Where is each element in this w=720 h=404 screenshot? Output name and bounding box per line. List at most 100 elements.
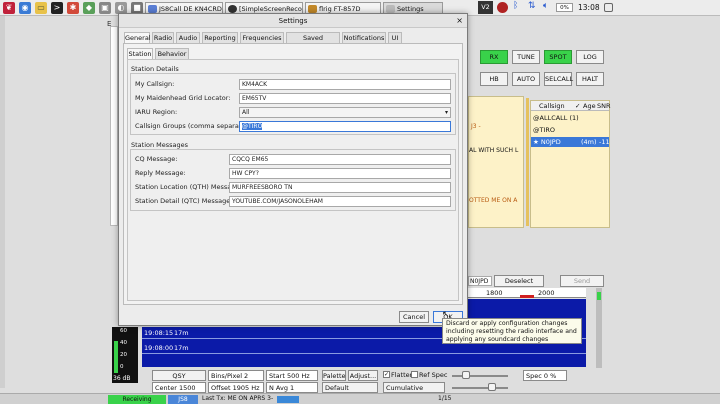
col-callsign[interactable]: Callsign — [539, 102, 565, 110]
meter-scale-label: 20 — [120, 352, 127, 358]
dialog-title: Settings — [278, 17, 308, 25]
waterfall-scrollbar[interactable] — [596, 288, 602, 368]
freq-tick-label: 2000 — [538, 289, 555, 297]
page-indicator: 1/15 — [438, 395, 452, 402]
qth-message-field[interactable]: MURFREESBORO TN — [229, 182, 451, 193]
cq-message-field[interactable]: CQCQ EM65 — [229, 154, 451, 165]
tab-reporting[interactable]: Reporting — [202, 32, 238, 43]
left-strip — [0, 16, 5, 388]
receiving-status: Receiving — [108, 395, 166, 404]
signal-meter: 60 40 20 0 36 dB — [112, 327, 138, 383]
tab-ui[interactable]: UI — [388, 32, 402, 43]
ok-tooltip: Discard or apply configuration changes i… — [442, 318, 582, 344]
recorder-tray-icon[interactable] — [497, 2, 508, 13]
dialog-titlebar[interactable]: Settings × — [119, 14, 467, 28]
col-snr[interactable]: SNR — [597, 102, 611, 110]
row-snr: -11 — [599, 138, 610, 146]
spec-spinbox[interactable]: Spec 0 % — [523, 370, 567, 381]
send-button[interactable]: Send — [560, 275, 604, 287]
activity-line: J3 - — [471, 123, 481, 130]
iaru-region-label: IARU Region: — [135, 108, 178, 116]
refspec-label: Ref Spec — [419, 371, 448, 379]
reply-message-label: Reply Message: — [135, 169, 186, 177]
file-manager-icon[interactable]: ▭ — [35, 2, 47, 14]
spot-button[interactable]: SPOT — [544, 50, 572, 64]
eject-icon[interactable] — [604, 3, 613, 12]
js8call-icon — [148, 4, 157, 13]
palette-select[interactable]: Default — [322, 382, 378, 393]
wf-band: 17m — [174, 344, 189, 352]
table-row-selected[interactable]: ★ N0JPD (4m) -11 — [531, 137, 610, 147]
bins-pixel-spinbox[interactable]: Bins/Pixel 2 — [208, 370, 264, 381]
selected-callsign-field[interactable]: N0JPD — [468, 276, 492, 286]
close-icon[interactable]: × — [456, 14, 463, 28]
qsy-button[interactable]: QSY — [152, 370, 206, 381]
callsign-groups-label: Callsign Groups (comma separated): — [135, 122, 255, 130]
palette-label: Palette — [322, 370, 346, 381]
log-button[interactable]: LOG — [576, 50, 604, 64]
flatten-checkbox[interactable]: ✓ — [383, 371, 390, 378]
app2-icon[interactable]: ◆ — [83, 2, 95, 14]
app-launcher-icon[interactable]: ✱ — [67, 2, 79, 14]
tab-frequencies[interactable]: Frequencies — [240, 32, 284, 43]
hb-button[interactable]: HB — [480, 72, 508, 86]
halt-button[interactable]: HALT — [576, 72, 604, 86]
slider-track[interactable] — [452, 375, 508, 377]
col-age[interactable]: Age — [583, 102, 596, 110]
callsign-groups-field[interactable]: @TIRO — [239, 121, 451, 132]
message-activity-pane[interactable]: J3 - AL WITH SUCH L OTTED ME ON A — [468, 96, 524, 228]
mode-badge: JS8 — [168, 395, 198, 404]
table-row[interactable]: @ALLCALL (1) — [533, 114, 579, 122]
adjust-button[interactable]: Adjust... — [348, 370, 378, 381]
tab-notifications[interactable]: Notifications — [342, 32, 386, 43]
terminal-icon[interactable]: > — [51, 2, 63, 14]
slider-track[interactable] — [452, 387, 508, 389]
start-freq-spinbox[interactable]: Start 500 Hz — [266, 370, 318, 381]
scroll-thumb[interactable] — [597, 292, 601, 300]
iaru-region-select[interactable]: All ▾ — [239, 107, 451, 118]
navg-spinbox[interactable]: N Avg 1 — [266, 382, 318, 393]
raspberry-menu-icon[interactable]: ❦ — [3, 2, 15, 14]
frequency-ruler[interactable]: 1800 2000 — [468, 288, 586, 298]
wf-timestamp: 19:08:00 — [144, 344, 174, 352]
network-icon[interactable]: ⇅ — [528, 1, 536, 11]
tab-general[interactable]: General — [124, 32, 151, 43]
activity-line: AL WITH SUCH L — [469, 147, 519, 154]
bluetooth-icon[interactable]: ᛒ — [513, 1, 518, 11]
cancel-button[interactable]: Cancel — [399, 311, 429, 323]
spectrum-mode-select[interactable]: Cumulative — [383, 382, 445, 393]
slider-handle[interactable] — [488, 383, 496, 391]
vnc-icon[interactable]: V2 — [478, 1, 493, 14]
grid-locator-field[interactable]: EM65TV — [239, 93, 451, 104]
subtab-behavior[interactable]: Behavior — [155, 48, 189, 59]
app3-icon[interactable]: ▣ — [99, 2, 111, 14]
deselect-button[interactable]: Deselect — [494, 275, 544, 287]
tab-saved-messages[interactable]: Saved Messages — [286, 32, 340, 53]
subtab-station[interactable]: Station — [127, 48, 153, 59]
callsign-field[interactable]: KM4ACK — [239, 79, 451, 90]
browser-icon[interactable]: ◉ — [19, 2, 31, 14]
clock: 13:08 — [578, 3, 600, 12]
tab-radio[interactable]: Radio — [152, 32, 174, 43]
tab-audio[interactable]: Audio — [176, 32, 200, 43]
qtc-message-label: Station Detail (QTC) Message: — [135, 197, 233, 205]
tune-button[interactable]: TUNE — [512, 50, 540, 64]
rx-button[interactable]: RX — [480, 50, 508, 64]
meter-bar — [114, 341, 118, 373]
auto-button[interactable]: AUTO — [512, 72, 540, 86]
volume-icon[interactable]: 🔈︎ — [543, 1, 548, 11]
qtc-message-field[interactable]: YOUTUBE.COM/JASONOLEHAM — [229, 196, 451, 207]
slider-handle[interactable] — [462, 371, 470, 379]
meter-scale-label: 40 — [120, 340, 127, 346]
flrig-icon — [308, 4, 317, 13]
center-freq-spinbox[interactable]: Center 1500 Hz — [152, 382, 206, 402]
status-bar: Receiving JS8 Last Tx: ME ON APRS 3- 1/1… — [0, 393, 720, 404]
activity-scrollbar[interactable] — [526, 98, 529, 226]
table-row[interactable]: @TIRO — [533, 126, 555, 134]
meter-scale-label: 0 — [120, 364, 124, 370]
screenrecorder-icon — [228, 4, 237, 13]
selcall-button[interactable]: SELCALL — [544, 72, 573, 86]
offset-spinbox[interactable]: Offset 1905 Hz — [208, 382, 264, 393]
refspec-checkbox[interactable] — [411, 371, 418, 378]
reply-message-field[interactable]: HW CPY? — [229, 168, 451, 179]
